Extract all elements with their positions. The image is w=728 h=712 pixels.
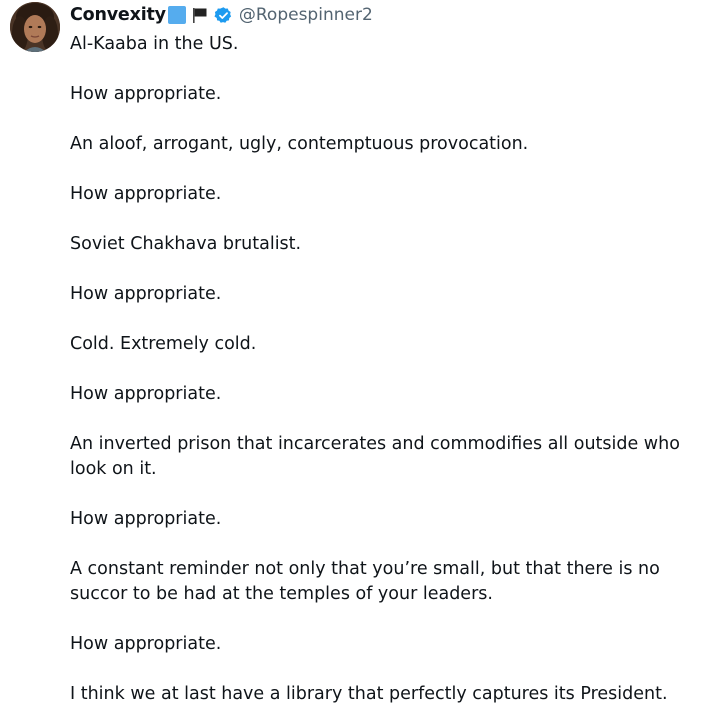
tweet-paragraph: How appropriate. — [70, 284, 222, 304]
black-flag-icon — [192, 8, 207, 23]
tweet-paragraph: How appropriate. — [70, 384, 222, 404]
tweet-paragraph: How appropriate. — [70, 84, 222, 104]
tweet-paragraph: A constant reminder not only that you’re… — [70, 559, 660, 604]
blue-square-icon — [167, 6, 186, 24]
tweet-paragraph: Soviet Chakhava brutalist. — [70, 234, 302, 254]
profile-photo-icon — [10, 2, 60, 52]
tweet-header: Convexity @Ropespinner2 — [70, 2, 373, 28]
display-name[interactable]: Convexity — [70, 5, 166, 25]
tweet-text: Al-Kaaba in the US. How appropriate. An … — [70, 32, 718, 707]
tweet: Convexity @Ropespinner2 Al-Kaaba in the … — [0, 0, 728, 712]
tweet-paragraph: Al-Kaaba in the US. — [70, 34, 239, 54]
tweet-paragraph: Cold. Extremely cold. — [70, 334, 257, 354]
user-handle[interactable]: @Ropespinner2 — [239, 5, 373, 25]
tweet-paragraph: How appropriate. — [70, 509, 222, 529]
verified-badge-icon — [214, 6, 231, 23]
tweet-paragraph: How appropriate. — [70, 184, 222, 204]
tweet-paragraph: An aloof, arrogant, ugly, contemptuous p… — [70, 134, 529, 154]
tweet-paragraph: How appropriate. — [70, 634, 222, 654]
tweet-paragraph: An inverted prison that incarcerates and… — [70, 434, 680, 479]
tweet-paragraph: I think we at last have a library that p… — [70, 684, 668, 704]
avatar[interactable] — [10, 2, 60, 52]
